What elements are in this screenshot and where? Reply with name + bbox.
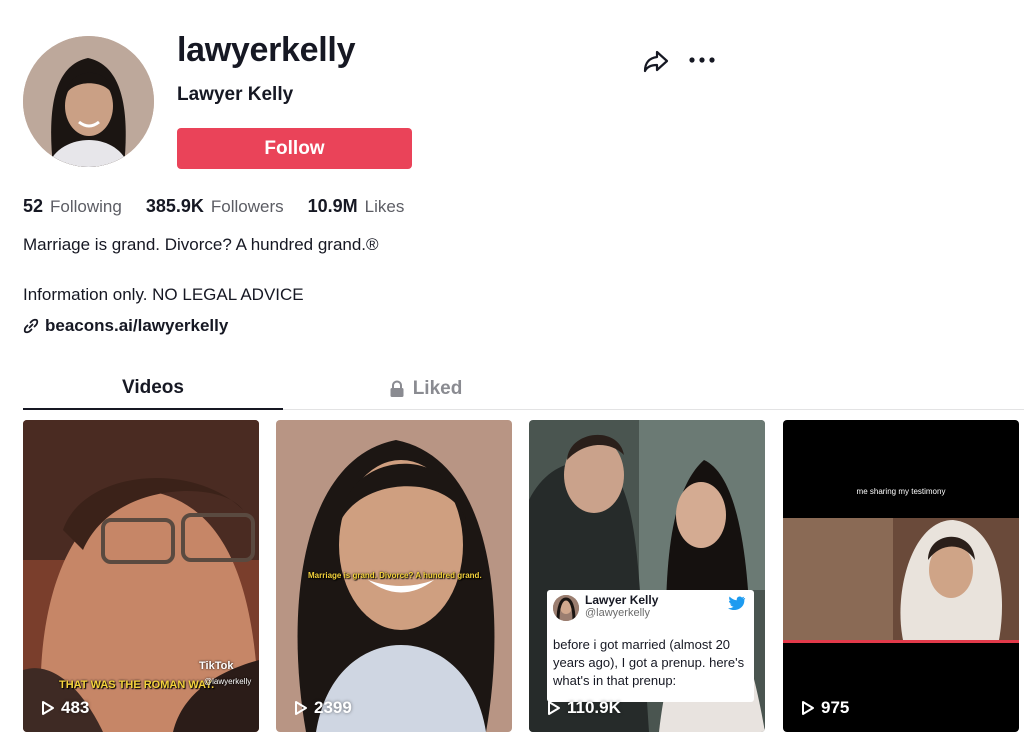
stat-following-value: 52 — [23, 196, 44, 216]
video-4-views: 975 — [801, 698, 849, 718]
tab-videos-label: Videos — [122, 377, 184, 398]
twitter-bird-icon — [728, 596, 746, 611]
video-4-caption: me sharing my testimony — [856, 487, 946, 496]
video-3-view-count: 110.9K — [567, 698, 621, 717]
tweet-author-name: Lawyer Kelly — [585, 593, 659, 607]
video-3-views: 110.9K — [547, 698, 621, 718]
tweet-avatar — [553, 595, 579, 621]
bio-line-1: Marriage is grand. Divorce? A hundred gr… — [23, 235, 379, 254]
profile-link[interactable]: beacons.ai/lawyerkelly — [23, 316, 228, 336]
tweet-author-handle: @lawyerkelly — [585, 607, 650, 619]
stat-followers-label: Followers — [210, 197, 284, 216]
profile-link-text: beacons.ai/lawyerkelly — [45, 316, 229, 335]
video-1-views: 483 — [41, 698, 89, 718]
video-1-caption: THAT WAS THE ROMAN WAY. — [59, 679, 215, 691]
video-2-view-count: 2399 — [314, 698, 352, 717]
video-2-views: 2399 — [294, 698, 352, 718]
follow-button[interactable]: Follow — [177, 128, 412, 169]
stat-likes-value: 10.9M — [307, 196, 358, 216]
video-thumbnail-4 — [783, 420, 1019, 732]
share-button[interactable] — [641, 46, 671, 76]
video-1-view-count: 483 — [61, 698, 90, 717]
share-arrow-icon — [643, 50, 669, 73]
stat-following[interactable]: 52 Following — [23, 196, 122, 217]
tiktok-watermark: TikTok — [199, 660, 234, 672]
video-2-caption: Marriage is grand. Divorce? A hundred gr… — [308, 571, 482, 580]
tweet-card: Lawyer Kelly @lawyerkelly before i got m… — [547, 590, 754, 702]
stat-likes-label: Likes — [364, 197, 405, 216]
video-card-1[interactable]: THAT WAS THE ROMAN WAY. TikTok @lawyerke… — [23, 420, 259, 732]
tab-liked[interactable]: Liked — [283, 368, 568, 410]
profile-tabs: Videos Liked — [23, 368, 1024, 410]
play-icon — [42, 701, 54, 715]
video-4-view-count: 975 — [821, 698, 850, 717]
profile-avatar[interactable] — [23, 36, 154, 167]
tab-liked-label: Liked — [412, 378, 463, 399]
tiktok-watermark-handle: @lawyerkelly — [204, 677, 252, 686]
stat-following-label: Following — [50, 197, 122, 216]
profile-nickname: Lawyer Kelly — [177, 84, 294, 105]
avatar-photo — [23, 36, 154, 167]
video-card-2[interactable]: Marriage is grand. Divorce? A hundred gr… — [276, 420, 512, 732]
play-icon — [548, 701, 560, 715]
tweet-body: before i got married (almost 20 years ag… — [553, 637, 745, 688]
profile-username: lawyerkelly — [177, 31, 356, 69]
more-dots-icon — [689, 57, 715, 63]
play-icon — [295, 701, 307, 715]
stat-followers[interactable]: 385.9K Followers — [146, 196, 284, 217]
video-card-4[interactable]: me sharing my testimony 975 — [783, 420, 1019, 732]
play-icon — [802, 701, 814, 715]
stat-likes: 10.9M Likes — [308, 196, 405, 217]
lock-icon — [390, 380, 404, 397]
profile-stats: 52 Following 385.9K Followers 10.9M Like… — [23, 196, 428, 217]
bio-line-2: Information only. NO LEGAL ADVICE — [23, 285, 304, 304]
stat-followers-value: 385.9K — [145, 196, 204, 216]
video-card-3[interactable]: Lawyer Kelly @lawyerkelly before i got m… — [529, 420, 765, 732]
link-icon — [23, 318, 39, 334]
more-options-button[interactable] — [687, 47, 717, 73]
tab-videos[interactable]: Videos — [23, 368, 283, 410]
